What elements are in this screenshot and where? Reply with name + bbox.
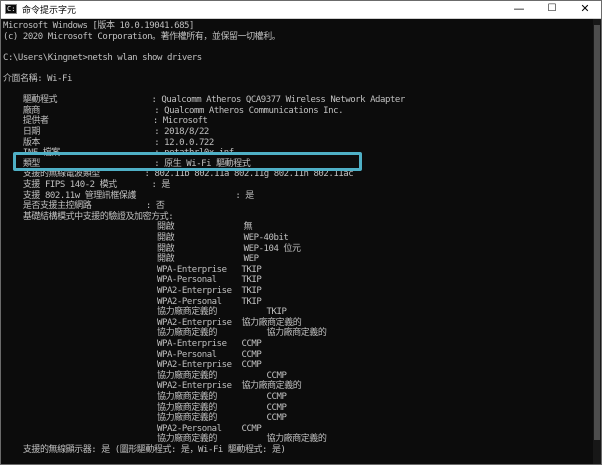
console-line: WPA-Personal TKIP: [3, 275, 262, 286]
console-line: WPA-Personal CCMP: [3, 349, 262, 360]
console-line: 協力廠商定義的 協力廠商定義的: [3, 328, 327, 339]
title-bar[interactable]: C: 命令提示字元 — ☐ ✕: [1, 1, 601, 19]
console-line: WPA2-Enterprise 協力廠商定義的: [3, 381, 302, 392]
cmd-window: C: 命令提示字元 — ☐ ✕ Microsoft Windows [版本 10…: [0, 0, 602, 465]
console-app-icon: C:: [5, 4, 17, 14]
minimize-button[interactable]: —: [504, 1, 534, 18]
console-line: WPA2-Personal CCMP: [3, 423, 262, 434]
console-line: 開啟 無: [3, 222, 253, 233]
console-line: 支援 802.11w 管理訊框保護 : 是: [3, 190, 254, 201]
console-line: (c) 2020 Microsoft Corporation。著作權所有，並保留…: [3, 31, 281, 42]
console-line: 是否支援主控網路 : 否: [3, 201, 165, 212]
console-output[interactable]: Microsoft Windows [版本 10.0.19041.685] (c)…: [1, 19, 593, 464]
console-line: 支援的無線顯示器: 是 (圖形驅動程式: 是，Wi-Fi 驅動程式: 是): [3, 445, 286, 455]
console-line: WPA2-Enterprise 協力廠商定義的: [3, 317, 302, 328]
console-line: C:\Users\Kingnet>netsh wlan show drivers: [3, 52, 202, 63]
console-line: 協力廠商定義的 CCMP: [3, 370, 287, 381]
window-title: 命令提示字元: [22, 6, 77, 16]
vertical-scrollbar[interactable]: [593, 19, 601, 464]
console-line: 版本 : 12.0.0.722: [3, 137, 214, 148]
console-line: 支援 FIPS 140-2 模式 : 是: [3, 180, 171, 190]
console-line: 開啟 WEP-40bit: [3, 233, 289, 243]
console-line: 開啟 WEP-104 位元: [3, 243, 301, 254]
console-line: 協力廠商定義的 協力廠商定義的: [3, 434, 327, 445]
maximize-button[interactable]: ☐: [537, 1, 567, 18]
console-line: WPA2-Personal TKIP: [3, 296, 262, 307]
console-line: 驅動程式 : Qualcomm Atheros QCA9377 Wireless…: [3, 95, 405, 106]
scrollbar-thumb[interactable]: [594, 25, 600, 440]
console-line: WPA-Enterprise TKIP: [3, 264, 262, 275]
console-line: WPA2-Enterprise CCMP: [3, 360, 262, 371]
console-line: 廠商 : Qualcomm Atheros Communications Inc…: [3, 105, 344, 116]
console-line: 協力廠商定義的 CCMP: [3, 413, 287, 424]
console-line: 基礎結構模式中支援的驗證及加密方式:: [3, 211, 174, 222]
console-line: Microsoft Windows [版本 10.0.19041.685]: [3, 21, 194, 31]
highlight-box: [13, 152, 362, 171]
console-line: 提供者 : Microsoft: [3, 116, 208, 127]
console-line: 介面名稱: Wi-Fi: [3, 74, 72, 84]
console-line: 協力廠商定義的 CCMP: [3, 392, 287, 402]
console-line: 日期 : 2018/8/22: [3, 127, 209, 137]
console-line: WPA-Enterprise CCMP: [3, 339, 262, 349]
console-line: 協力廠商定義的 CCMP: [3, 402, 287, 413]
console-line: WPA2-Enterprise TKIP: [3, 286, 262, 296]
console-line: 開啟 WEP: [3, 254, 259, 265]
console-line: 協力廠商定義的 TKIP: [3, 307, 287, 318]
close-button[interactable]: ✕: [570, 1, 600, 18]
